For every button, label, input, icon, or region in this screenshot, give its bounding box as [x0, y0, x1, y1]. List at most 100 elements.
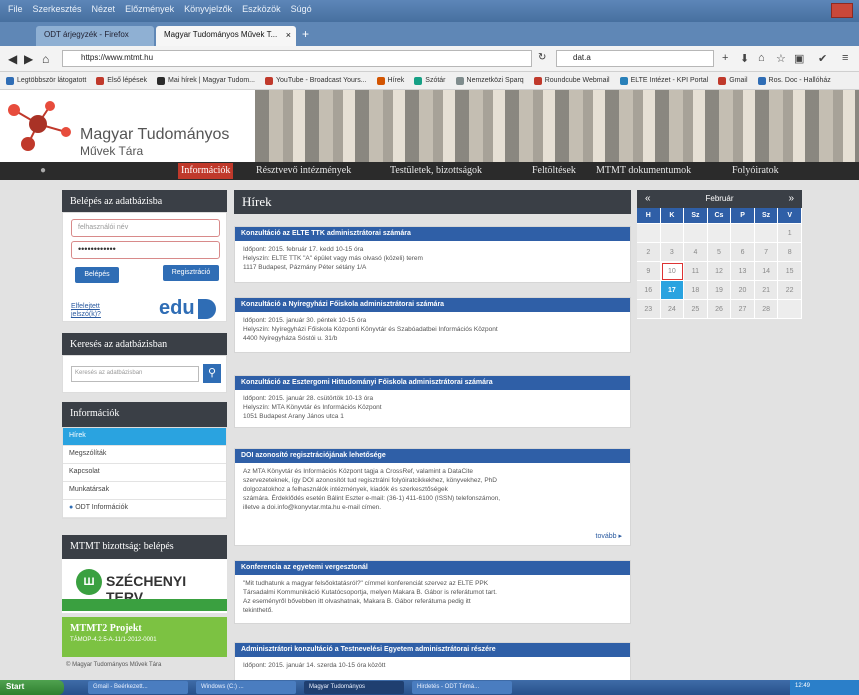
back-icon[interactable]: ◀: [8, 52, 17, 66]
calendar-day[interactable]: 4: [684, 243, 708, 262]
tab-inactive[interactable]: ODT árjegyzék - Firefox: [36, 26, 154, 46]
calendar-day[interactable]: 17: [660, 281, 685, 300]
calendar-day[interactable]: 12: [707, 262, 732, 281]
start-button[interactable]: Start: [0, 680, 64, 695]
bookmark-item[interactable]: YouTube - Broadcast Yours...: [265, 76, 367, 85]
window-close-button[interactable]: [831, 3, 853, 18]
star-icon[interactable]: ☆: [776, 52, 786, 65]
reload-icon[interactable]: ↻: [538, 52, 546, 63]
bookmark-item[interactable]: Gmail: [718, 76, 748, 85]
bookmark-item[interactable]: Ros. Doc - Hallóház: [757, 76, 831, 85]
taskbar-item[interactable]: Windows (C:) ...: [196, 681, 296, 694]
download-icon[interactable]: ⬇: [740, 52, 749, 65]
calendar-day[interactable]: 11: [684, 262, 708, 281]
calendar-day[interactable]: 22: [778, 281, 802, 300]
search-icon[interactable]: ⚲: [203, 364, 221, 383]
info-item-news[interactable]: Hírek: [63, 428, 226, 446]
url-bar[interactable]: https://www.mtmt.hu: [62, 50, 532, 67]
menu-file[interactable]: File: [8, 4, 23, 14]
taskbar-item[interactable]: Gmail - Beérkezett...: [88, 681, 188, 694]
bookmark-item[interactable]: Első lépések: [96, 76, 147, 85]
taskbar-item[interactable]: Hirdetés - ODT Témá...: [412, 681, 512, 694]
search-input[interactable]: Keresés az adatbázisban: [71, 366, 199, 382]
calendar-day[interactable]: 13: [731, 262, 755, 281]
calendar-next-icon[interactable]: »: [788, 190, 794, 208]
committee-login-heading[interactable]: MTMT bizottság: belépés: [62, 535, 227, 559]
search-bar[interactable]: dat.a: [556, 50, 714, 67]
news-title[interactable]: Adminisztrátori konzultáció a Testnevelé…: [235, 643, 630, 657]
calendar-day[interactable]: 10: [660, 262, 685, 281]
calendar-day[interactable]: 28: [754, 300, 779, 319]
info-item-odt[interactable]: ● ODT Információk: [63, 500, 226, 518]
news-title[interactable]: Konferencia az egyetemi vergesztonál: [235, 561, 630, 575]
forgot-password-link[interactable]: Elfelejtett jelszó(k)?: [71, 303, 119, 319]
tab-active[interactable]: Magyar Tudományos Művek T... ×: [156, 26, 296, 46]
login-button[interactable]: Belépés: [75, 267, 119, 283]
bookmark-item[interactable]: Mai hírek | Magyar Tudom...: [156, 76, 255, 85]
site-subtitle[interactable]: Művek Tára: [80, 144, 143, 158]
calendar-prev-icon[interactable]: «: [645, 190, 651, 208]
close-icon[interactable]: ×: [286, 30, 291, 40]
bookmark-item[interactable]: Roundcube Webmail: [533, 76, 610, 85]
bookmark-item[interactable]: Szótár: [414, 76, 446, 85]
news-title[interactable]: DOI azonosító regisztrációjának lehetősé…: [235, 449, 630, 463]
nav-information[interactable]: Információk: [178, 163, 234, 179]
calendar-day[interactable]: 14: [754, 262, 779, 281]
username-field[interactable]: felhasználói név: [71, 219, 220, 237]
calendar-day[interactable]: 8: [778, 243, 802, 262]
taskbar-item-active[interactable]: Magyar Tudományos: [304, 681, 404, 694]
menu-help[interactable]: Súgó: [291, 4, 312, 14]
reader-icon[interactable]: ▣: [794, 52, 804, 65]
nav-institutions[interactable]: Résztvevő intézmények: [256, 165, 351, 176]
calendar-day[interactable]: 21: [754, 281, 779, 300]
calendar-day[interactable]: 26: [707, 300, 732, 319]
calendar-day[interactable]: 1: [778, 224, 802, 243]
home-toolbar-icon[interactable]: ⌂: [758, 52, 765, 64]
bookmark-item[interactable]: ELTE Intézet - KPI Portal: [619, 76, 708, 85]
calendar-day[interactable]: 9: [637, 262, 661, 281]
news-title[interactable]: Konzultáció az ELTE TTK adminisztrátorai…: [235, 227, 630, 241]
password-field[interactable]: ••••••••••••: [71, 241, 220, 259]
register-button[interactable]: Regisztráció: [163, 265, 219, 281]
calendar-day[interactable]: 20: [731, 281, 755, 300]
calendar-day[interactable]: 5: [707, 243, 732, 262]
info-item-addresses[interactable]: Megszólíták: [63, 446, 226, 464]
calendar-day[interactable]: 19: [707, 281, 732, 300]
addon-icon[interactable]: ✔: [818, 52, 827, 65]
info-item-contact[interactable]: Kapcsolat: [63, 464, 226, 482]
menu-edit[interactable]: Szerkesztés: [33, 4, 82, 14]
forward-icon[interactable]: ▶: [24, 52, 33, 66]
nav-uploads[interactable]: Feltöltések: [532, 165, 576, 176]
project-box[interactable]: MTMT2 Projekt TÁMOP-4.2.5-A-11/1-2012-00…: [62, 617, 227, 657]
bookmark-item[interactable]: Hírek: [376, 76, 404, 85]
menu-bookmarks[interactable]: Könyvjelzők: [184, 4, 232, 14]
eduid-logo[interactable]: edu: [159, 297, 216, 320]
menu-history[interactable]: Előzmények: [125, 4, 174, 14]
bookmark-item[interactable]: Nemzetközi Sparq: [455, 76, 524, 85]
more-link[interactable]: tovább ▸: [596, 532, 622, 540]
home-icon[interactable]: ⌂: [42, 52, 49, 66]
menu-view[interactable]: Nézet: [92, 4, 116, 14]
bookmark-item[interactable]: Legtöbbször látogatott: [6, 76, 86, 85]
calendar-day[interactable]: 15: [778, 262, 802, 281]
plus-icon[interactable]: +: [722, 52, 728, 64]
menu-tools[interactable]: Eszközök: [242, 4, 281, 14]
news-title[interactable]: Konzultáció a Nyíregyházi Főiskola admin…: [235, 298, 630, 312]
calendar-day[interactable]: 18: [684, 281, 708, 300]
site-title[interactable]: Magyar Tudományos: [80, 126, 229, 144]
menu-icon[interactable]: ≡: [842, 52, 848, 64]
info-item-staff[interactable]: Munkatársak: [63, 482, 226, 500]
calendar-day[interactable]: 16: [637, 281, 661, 300]
calendar-day[interactable]: 2: [637, 243, 661, 262]
calendar-day[interactable]: 27: [731, 300, 755, 319]
calendar-day[interactable]: 25: [684, 300, 708, 319]
calendar-day[interactable]: 6: [731, 243, 755, 262]
calendar-day[interactable]: 23: [637, 300, 661, 319]
nav-documents[interactable]: MTMT dokumentumok: [596, 165, 691, 176]
calendar-day[interactable]: 24: [660, 300, 685, 319]
new-tab-icon[interactable]: +: [302, 27, 309, 41]
nav-committees[interactable]: Testületek, bizottságok: [390, 165, 482, 176]
calendar-day[interactable]: 7: [754, 243, 779, 262]
news-title[interactable]: Konzultáció az Esztergomi Hittudományi F…: [235, 376, 630, 390]
calendar-day[interactable]: 3: [660, 243, 685, 262]
